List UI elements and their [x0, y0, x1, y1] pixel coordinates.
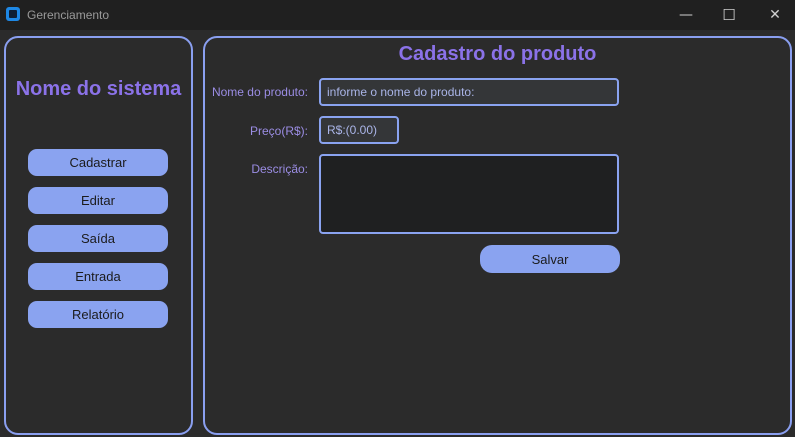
- editar-button[interactable]: Editar: [28, 187, 168, 214]
- relatorio-button[interactable]: Relatório: [28, 301, 168, 328]
- minimize-button[interactable]: —: [663, 0, 709, 30]
- save-button[interactable]: Salvar: [480, 245, 620, 273]
- system-name: Nome do sistema: [15, 78, 182, 100]
- product-form-panel: Cadastro do produto Nome do produto: inf…: [203, 36, 792, 435]
- product-name-input[interactable]: informe o nome do produto:: [319, 78, 619, 106]
- cadastrar-button[interactable]: Cadastrar: [28, 149, 168, 176]
- price-label: Preço(R$):: [249, 124, 308, 138]
- product-name-label: Nome do produto:: [211, 85, 308, 99]
- description-textarea[interactable]: [319, 154, 619, 234]
- close-button[interactable]: ✕: [752, 0, 795, 30]
- app-icon: [6, 7, 20, 21]
- sidebar-panel: Nome do sistema Cadastrar Editar Saída E…: [4, 36, 193, 435]
- window-titlebar: Gerenciamento — ☐ ✕: [0, 0, 795, 30]
- description-label: Descrição:: [251, 162, 308, 176]
- maximize-button[interactable]: ☐: [706, 0, 752, 30]
- saida-button[interactable]: Saída: [28, 225, 168, 252]
- form-title: Cadastro do produto: [398, 43, 597, 65]
- price-input[interactable]: R$:(0.00): [319, 116, 399, 144]
- window-title: Gerenciamento: [27, 8, 110, 22]
- entrada-button[interactable]: Entrada: [28, 263, 168, 290]
